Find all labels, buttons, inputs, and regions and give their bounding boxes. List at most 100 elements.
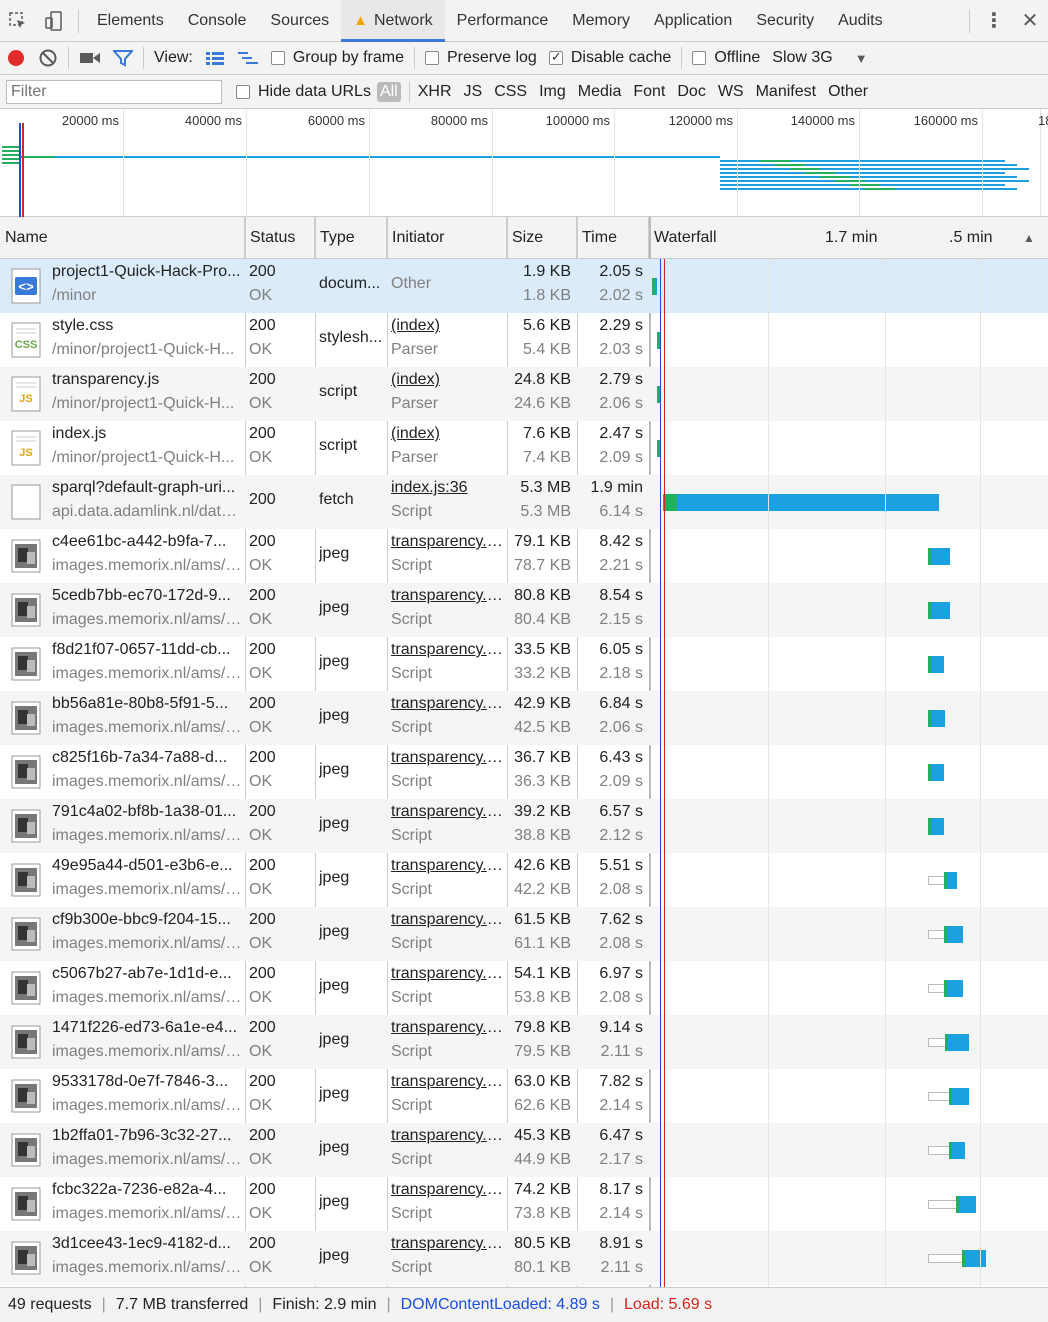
- column-header-initiator[interactable]: Initiator: [387, 217, 507, 259]
- initiator-link[interactable]: transparency.j...: [391, 587, 503, 605]
- name-cell[interactable]: c825f16b-7a34-7a88-d... images.memorix.nl…: [0, 745, 245, 799]
- initiator-link[interactable]: transparency.j...: [391, 1235, 503, 1253]
- throttling-select[interactable]: Slow 3G ▼: [766, 42, 873, 75]
- sort-ascending-icon[interactable]: ▲: [1023, 231, 1035, 245]
- filter-type-manifest[interactable]: Manifest: [750, 83, 822, 101]
- device-toolbar-icon[interactable]: [36, 0, 72, 42]
- column-header-waterfall[interactable]: Waterfall 1.7 min .5 min ▲: [649, 217, 1048, 259]
- name-cell[interactable]: JS index.js/minor/project1-Quick-H...: [0, 421, 245, 475]
- table-row[interactable]: <> project1-Quick-Hack-Pro... /minor 200 OK d…: [0, 259, 1048, 313]
- table-row[interactable]: sparql?default-graph-uri... api.data.adam…: [0, 475, 1048, 529]
- name-cell[interactable]: c5067b27-ab7e-1d1d-e... images.memorix.nl…: [0, 961, 245, 1015]
- table-row[interactable]: c5067b27-ab7e-1d1d-e... images.memorix.nl…: [0, 961, 1048, 1015]
- disable-cache-checkbox[interactable]: Disable cache: [543, 42, 678, 75]
- name-cell[interactable]: cf9b300e-bbc9-f204-15... images.memorix.n…: [0, 907, 245, 961]
- filter-type-js[interactable]: JS: [458, 83, 489, 101]
- table-row[interactable]: 791c4a02-bf8b-1a38-01... images.memorix.n…: [0, 799, 1048, 853]
- table-row[interactable]: 9533178d-0e7f-7846-3... images.memorix.nl…: [0, 1069, 1048, 1123]
- tab-network[interactable]: ▲ Network: [341, 0, 445, 42]
- table-row[interactable]: JS transparency.js/minor/project1-Quick-H…: [0, 367, 1048, 421]
- table-row[interactable]: 49e95a44-d501-e3b6-e... images.memorix.nl…: [0, 853, 1048, 907]
- offline-checkbox[interactable]: Offline: [686, 42, 766, 75]
- name-cell[interactable]: 9533178d-0e7f-7846-3... images.memorix.nl…: [0, 1069, 245, 1123]
- initiator-link[interactable]: transparency.j...: [391, 1127, 503, 1145]
- column-header-name[interactable]: Name: [0, 217, 245, 259]
- tab-performance[interactable]: Performance: [445, 0, 561, 42]
- name-cell[interactable]: bb56a81e-80b8-5f91-5... images.memorix.nl…: [0, 691, 245, 745]
- tab-sources[interactable]: Sources: [258, 0, 341, 42]
- name-cell[interactable]: <> project1-Quick-Hack-Pro... /minor: [0, 259, 245, 313]
- initiator-link[interactable]: transparency.j...: [391, 641, 503, 659]
- tab-audits[interactable]: Audits: [826, 0, 894, 42]
- initiator-link[interactable]: transparency.j...: [391, 1019, 503, 1037]
- table-row[interactable]: 1471f226-ed73-6a1e-e4... images.memorix.n…: [0, 1015, 1048, 1069]
- filter-type-css[interactable]: CSS: [488, 83, 533, 101]
- tab-application[interactable]: Application: [642, 0, 744, 42]
- initiator-link[interactable]: transparency.j...: [391, 857, 503, 875]
- name-cell[interactable]: 5cedb7bb-ec70-172d-9... images.memorix.nl…: [0, 583, 245, 637]
- table-row[interactable]: fcbc322a-7236-e82a-4... images.memorix.nl…: [0, 1177, 1048, 1231]
- table-row[interactable]: cf9b300e-bbc9-f204-15... images.memorix.n…: [0, 907, 1048, 961]
- initiator-link[interactable]: transparency.j...: [391, 533, 503, 551]
- tab-memory[interactable]: Memory: [560, 0, 642, 42]
- initiator-link[interactable]: (index): [391, 317, 503, 335]
- filter-type-doc[interactable]: Doc: [671, 83, 711, 101]
- column-header-type[interactable]: Type: [315, 217, 387, 259]
- column-header-status[interactable]: Status: [245, 217, 315, 259]
- table-row[interactable]: 5cedb7bb-ec70-172d-9... images.memorix.nl…: [0, 583, 1048, 637]
- table-row[interactable]: c4ee61bc-a442-b9fa-7... images.memorix.nl…: [0, 529, 1048, 583]
- filter-type-all[interactable]: All: [376, 81, 401, 102]
- initiator-link[interactable]: transparency.j...: [391, 1181, 503, 1199]
- filter-type-xhr[interactable]: XHR: [412, 83, 458, 101]
- filter-type-font[interactable]: Font: [627, 83, 671, 101]
- name-cell[interactable]: fcbc322a-7236-e82a-4... images.memorix.nl…: [0, 1177, 245, 1231]
- table-row[interactable]: 3d1cee43-1ec9-4182-d... images.memorix.nl…: [0, 1231, 1048, 1285]
- table-row[interactable]: 1b2ffa01-7b96-3c32-27... images.memorix.n…: [0, 1123, 1048, 1177]
- name-cell[interactable]: 1b2ffa01-7b96-3c32-27... images.memorix.n…: [0, 1123, 245, 1177]
- name-cell[interactable]: sparql?default-graph-uri... api.data.adam…: [0, 475, 245, 529]
- filter-type-ws[interactable]: WS: [712, 83, 750, 101]
- name-cell[interactable]: c4ee61bc-a442-b9fa-7... images.memorix.nl…: [0, 529, 245, 583]
- clear-button[interactable]: [32, 42, 64, 75]
- overview-toggle-button[interactable]: [231, 42, 265, 75]
- filter-type-other[interactable]: Other: [822, 83, 874, 101]
- table-row[interactable]: CSS style.css/minor/project1-Quick-H... 20…: [0, 313, 1048, 367]
- filter-input[interactable]: [6, 79, 222, 104]
- name-cell[interactable]: 49e95a44-d501-e3b6-e... images.memorix.nl…: [0, 853, 245, 907]
- table-row[interactable]: JS index.js/minor/project1-Quick-H... 200 O…: [0, 421, 1048, 475]
- group-by-frame-checkbox[interactable]: Group by frame: [265, 42, 410, 75]
- initiator-link[interactable]: transparency.j...: [391, 1073, 503, 1091]
- hide-data-urls-checkbox[interactable]: Hide data URLs: [236, 83, 371, 101]
- name-cell[interactable]: 1471f226-ed73-6a1e-e4... images.memorix.n…: [0, 1015, 245, 1069]
- filter-type-img[interactable]: Img: [533, 83, 572, 101]
- table-row[interactable]: f8d21f07-0657-11dd-cb... images.memorix.n…: [0, 637, 1048, 691]
- column-header-time[interactable]: Time: [577, 217, 649, 259]
- name-cell[interactable]: JS transparency.js/minor/project1-Quick-H…: [0, 367, 245, 421]
- initiator-link[interactable]: index.js:36: [391, 479, 503, 497]
- filter-type-media[interactable]: Media: [572, 83, 628, 101]
- initiator-link[interactable]: transparency.j...: [391, 803, 503, 821]
- initiator-link[interactable]: transparency.j...: [391, 695, 503, 713]
- initiator-link[interactable]: transparency.j...: [391, 911, 503, 929]
- column-header-size[interactable]: Size: [507, 217, 577, 259]
- tab-elements[interactable]: Elements: [85, 0, 176, 42]
- tab-security[interactable]: Security: [744, 0, 826, 42]
- more-options-icon[interactable]: ⋮: [976, 0, 1012, 42]
- table-row[interactable]: bb56a81e-80b8-5f91-5... images.memorix.nl…: [0, 691, 1048, 745]
- name-cell[interactable]: f8d21f07-0657-11dd-cb... images.memorix.n…: [0, 637, 245, 691]
- large-rows-button[interactable]: [199, 42, 231, 75]
- initiator-link[interactable]: (index): [391, 425, 503, 443]
- filter-toggle-button[interactable]: [107, 42, 139, 75]
- record-button[interactable]: [0, 42, 32, 75]
- overview-timeline[interactable]: 20000 ms 40000 ms 60000 ms 80000 ms 100000 m…: [0, 109, 1048, 217]
- initiator-link[interactable]: (index): [391, 371, 503, 389]
- initiator-link[interactable]: transparency.j...: [391, 749, 503, 767]
- inspect-element-icon[interactable]: [0, 0, 36, 42]
- preserve-log-checkbox[interactable]: Preserve log: [419, 42, 543, 75]
- initiator-link[interactable]: transparency.j...: [391, 965, 503, 983]
- table-row[interactable]: c825f16b-7a34-7a88-d... images.memorix.nl…: [0, 745, 1048, 799]
- tab-console[interactable]: Console: [176, 0, 259, 42]
- capture-screenshots-button[interactable]: [73, 42, 107, 75]
- name-cell[interactable]: 791c4a02-bf8b-1a38-01... images.memorix.n…: [0, 799, 245, 853]
- name-cell[interactable]: 3d1cee43-1ec9-4182-d... images.memorix.nl…: [0, 1231, 245, 1285]
